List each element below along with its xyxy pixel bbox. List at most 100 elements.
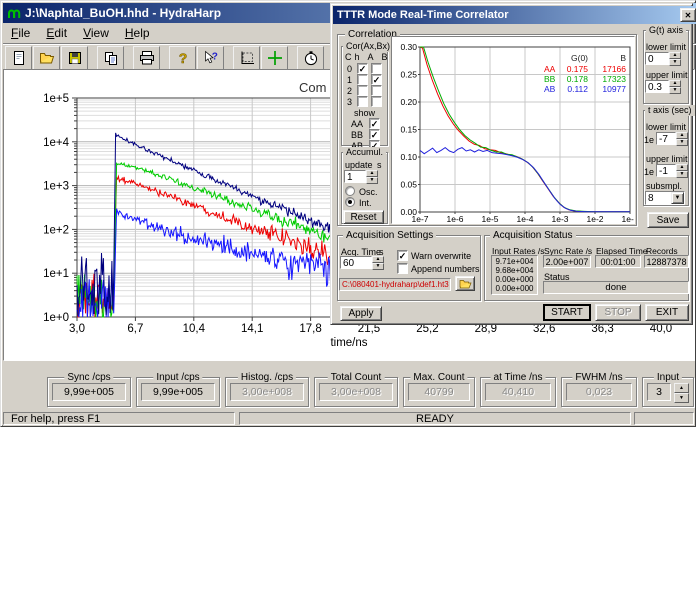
save-button[interactable]: Save — [647, 212, 689, 228]
channel-2-b-checkbox[interactable] — [371, 85, 382, 96]
show-aa-label: AA — [351, 119, 363, 129]
channel-number-3: 3 — [347, 97, 352, 107]
field-value: 40799 — [408, 383, 470, 401]
toolbar-button-help[interactable]: ? — [169, 46, 196, 71]
svg-text:1e+4: 1e+4 — [43, 137, 70, 149]
gt-upper-input[interactable]: 0.3 — [645, 80, 669, 93]
start-button[interactable]: START — [543, 304, 591, 321]
channel-0-a-checkbox[interactable]: ✓ — [357, 63, 368, 74]
context-help-icon: ? — [203, 50, 219, 66]
toolbar-separator — [289, 47, 297, 70]
dialog-titlebar[interactable]: TTTR Mode Real-Time Correlator ✕ — [333, 6, 696, 24]
t-upper-prefix: 1e — [644, 167, 654, 177]
reset-button[interactable]: Reset — [343, 210, 384, 224]
t-upper-spinner[interactable]: ▲▼ — [676, 164, 688, 177]
help-icon: ? — [175, 50, 191, 66]
input-rate-line: 9.68e+004 — [495, 266, 533, 275]
t-lower-spinner[interactable]: ▲▼ — [676, 132, 688, 145]
axes-icon — [239, 50, 255, 66]
warn-overwrite-label: Warn overwrite — [411, 251, 471, 261]
warn-overwrite-checkbox[interactable]: ✓ — [397, 250, 408, 261]
menu-file[interactable]: File — [3, 24, 38, 42]
channel-0-b-checkbox[interactable] — [371, 63, 382, 74]
gt-lower-input[interactable]: 0 — [645, 52, 669, 65]
field-value: 9,99e+005 — [141, 383, 215, 401]
input-rate-line: 9.71e+004 — [495, 257, 533, 266]
show-bb-checkbox[interactable]: ✓ — [369, 129, 380, 140]
acq-time-input[interactable]: 60 — [340, 256, 372, 269]
field-label: Sync /cps — [64, 372, 113, 383]
gt-upper-spinner[interactable]: ▲▼ — [669, 80, 681, 93]
svg-text:1e-3: 1e-3 — [551, 214, 568, 223]
toolbar-button-crosshair[interactable] — [261, 46, 288, 71]
exit-button[interactable]: EXIT — [645, 304, 689, 321]
elapsed-time-box: 00:01:00 — [595, 255, 641, 268]
menu-help[interactable]: Help — [117, 24, 158, 42]
screen: J:\Naphtal_BuOH.hhd - HydraHarp FileEdit… — [0, 0, 696, 589]
channel-3-a-checkbox[interactable] — [357, 96, 368, 107]
toolbar-button-save-file[interactable] — [61, 46, 88, 71]
statusbar-ready-text: READY — [416, 413, 454, 425]
toolbar-button-axes[interactable] — [233, 46, 260, 71]
svg-text:14,1: 14,1 — [241, 323, 263, 335]
browse-button[interactable] — [455, 276, 475, 291]
t-axis-group-label: t axis (sec) — [645, 105, 695, 116]
channel-1-b-checkbox[interactable]: ✓ — [371, 74, 382, 85]
acq-status-label: Acquisition Status — [490, 230, 576, 241]
main-window-title: J:\Naphtal_BuOH.hhd - HydraHarp — [25, 6, 221, 20]
field-total-count: Total Count3,00e+008 — [314, 377, 398, 407]
channel-number-0: 0 — [347, 64, 352, 74]
svg-text:0.112: 0.112 — [567, 84, 588, 94]
t-upper-input[interactable]: -1 — [656, 164, 676, 177]
chevron-down-icon[interactable]: ▼ — [671, 192, 684, 204]
channel-3-b-checkbox[interactable] — [371, 96, 382, 107]
channels-header: Ch A B — [345, 52, 391, 62]
svg-text:6,7: 6,7 — [127, 323, 143, 335]
int-radio[interactable] — [345, 197, 355, 207]
toolbar-button-open-file[interactable] — [33, 46, 60, 71]
svg-text:1e-5: 1e-5 — [481, 214, 498, 223]
svg-text:1e-7: 1e-7 — [411, 214, 428, 223]
toolbar-button-new-file[interactable] — [5, 46, 32, 71]
osc-radio[interactable] — [345, 186, 355, 196]
apply-button[interactable]: Apply — [340, 306, 382, 321]
close-icon[interactable]: ✕ — [680, 8, 696, 22]
output-file-path[interactable]: C:\080401-hydraharp\def1.ht3 — [339, 278, 451, 291]
input-channel-spinner[interactable]: ▲▼ — [674, 383, 689, 403]
toolbar-button-copy[interactable] — [97, 46, 124, 71]
toolbar-button-print[interactable] — [133, 46, 160, 71]
update-input[interactable]: 1 — [344, 170, 366, 183]
save-file-icon — [67, 50, 83, 66]
svg-text:0.30: 0.30 — [400, 42, 417, 52]
field-value: 3,00e+008 — [230, 383, 304, 401]
t-lower-input[interactable]: -7 — [656, 132, 676, 145]
crosshair-icon — [267, 50, 283, 66]
svg-text:17166: 17166 — [602, 64, 626, 74]
svg-text:1e-2: 1e-2 — [586, 214, 603, 223]
field-value: 0,023 — [566, 383, 632, 401]
statusbar-state-panel: READY — [239, 412, 631, 425]
channel-2-a-checkbox[interactable] — [357, 85, 368, 96]
update-spinner[interactable]: ▲▼ — [366, 170, 378, 183]
append-numbers-checkbox[interactable] — [397, 263, 408, 274]
legend-g0-header: G(0) — [571, 53, 588, 63]
acq-time-spinner[interactable]: ▲▼ — [372, 256, 384, 269]
menu-view[interactable]: View — [75, 24, 117, 42]
svg-text:1e-1: 1e-1 — [621, 214, 634, 223]
field-value[interactable]: 3 — [647, 383, 671, 401]
menu-edit[interactable]: Edit — [38, 24, 75, 42]
gt-lower-spinner[interactable]: ▲▼ — [669, 52, 681, 65]
toolbar-button-context-help[interactable]: ? — [197, 46, 224, 71]
field-histog-cps: Histog. /cps3,00e+008 — [225, 377, 309, 407]
toolbar-button-timer[interactable] — [297, 46, 324, 71]
svg-text:0.175: 0.175 — [567, 64, 589, 74]
channel-1-a-checkbox[interactable] — [357, 74, 368, 85]
svg-text:1e+5: 1e+5 — [43, 93, 69, 105]
correlator-dialog: TTTR Mode Real-Time Correlator ✕ Correla… — [330, 3, 693, 325]
show-aa-checkbox[interactable]: ✓ — [369, 118, 380, 129]
stop-button[interactable]: STOP — [595, 304, 641, 321]
copy-icon — [103, 50, 119, 66]
gt-lower-label: lower limit — [646, 42, 686, 52]
svg-text:1e+0: 1e+0 — [43, 312, 69, 324]
subsmpl-dropdown[interactable]: 8 ▼ — [645, 191, 685, 205]
